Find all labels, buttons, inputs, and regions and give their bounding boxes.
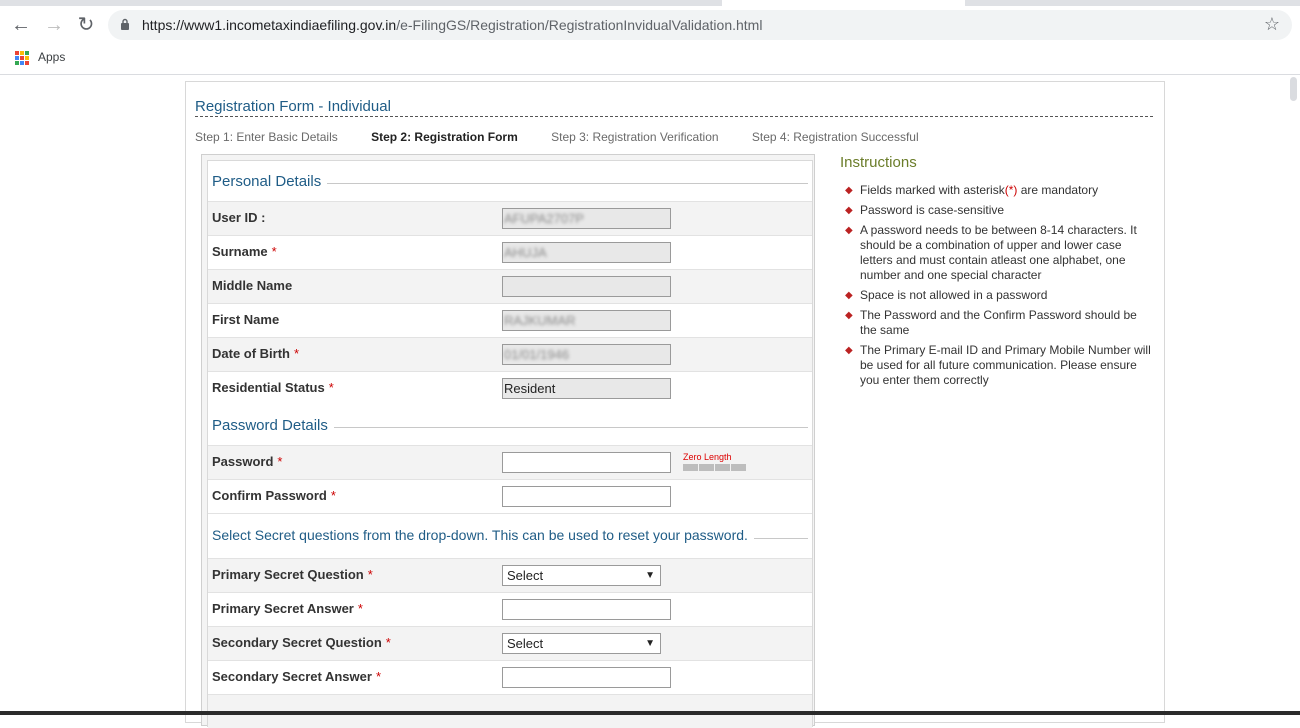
registration-container: Registration Form - Individual Step 1: E… [185,81,1165,728]
primary-question-row: Primary Secret Question * Select ▼ [208,558,812,592]
confirm-password-label: Confirm Password [212,488,327,503]
instructions-panel: Instructions ◆ Fields marked with asteris… [840,154,1155,393]
secondary-question-row: Secondary Secret Question * Select ▼ [208,626,812,660]
page-title: Registration Form - Individual [195,98,391,115]
instructions-list: ◆ Fields marked with asterisk(*) are mand… [840,183,1155,388]
middle-name-row: Middle Name [208,269,812,303]
diamond-bullet-icon: ◆ [845,310,853,321]
apps-grid-icon[interactable] [15,51,29,65]
url-path: /e-FilingGS/Registration/RegistrationInv… [396,17,763,33]
first-name-label: First Name [212,312,280,327]
diamond-bullet-icon: ◆ [845,225,853,236]
step-2: Step 2: Registration Form [371,130,518,144]
step-indicator: Step 1: Enter Basic Details Step 2: Regi… [195,130,949,144]
step-3: Step 3: Registration Verification [551,130,719,144]
primary-answer-label: Primary Secret Answer [212,601,354,616]
list-item: ◆ The Password and the Confirm Password s… [845,308,1137,337]
step-4: Step 4: Registration Successful [751,130,919,144]
lock-icon [121,18,129,30]
secondary-answer-label: Secondary Secret Answer [212,669,372,684]
middle-name-field [502,276,671,297]
title-divider [195,116,1153,117]
surname-field: AHUJA [502,242,671,263]
page-scrollbar[interactable] [1287,75,1300,711]
personal-details-heading: Personal Details [212,173,328,190]
url-text: https://www1.incometaxindiaefiling.gov.i… [142,17,762,33]
list-item: ◆ Space is not allowed in a password [845,288,1048,302]
secondary-question-label: Secondary Secret Question [212,635,382,650]
password-details-section: Password Details [208,405,812,445]
personal-details-section: Personal Details [208,161,812,201]
password-strength-meter: Zero Length [683,452,746,471]
apps-bookmark[interactable]: Apps [38,50,65,64]
step-1: Step 1: Enter Basic Details [195,130,338,144]
dob-field: 01/01/1946 [502,344,671,365]
instructions-title: Instructions [840,154,917,171]
primary-answer-input[interactable] [502,599,671,620]
dropdown-arrow-icon: ▼ [645,570,655,581]
confirm-password-input[interactable] [502,486,671,507]
dob-label: Date of Birth [212,346,290,361]
forward-arrow-icon[interactable]: → [43,14,65,36]
user-id-row: User ID : AFUPA2707P [208,201,812,235]
list-item: ◆ Password is case-sensitive [845,203,1005,217]
primary-question-select[interactable]: Select ▼ [502,565,661,586]
reload-icon[interactable]: ↻ [75,14,97,36]
diamond-bullet-icon: ◆ [845,185,853,196]
surname-row: Surname * AHUJA [208,235,812,269]
bookmarks-bar: Apps [0,44,1300,75]
password-input[interactable] [502,452,671,473]
bookmark-star-icon[interactable]: ☆ [1264,14,1280,35]
dropdown-arrow-icon: ▼ [645,638,655,649]
secondary-question-select[interactable]: Select ▼ [502,633,661,654]
scrollbar-thumb[interactable] [1290,77,1297,101]
residential-status-field: Resident [502,378,671,399]
residential-status-label: Residential Status [212,380,325,395]
secondary-answer-row: Secondary Secret Answer * [208,660,812,694]
password-details-heading: Password Details [212,417,334,434]
list-item: ◆ A password needs to be between 8-14 cha… [845,223,1137,282]
dob-row: Date of Birth * 01/01/1946 [208,337,812,371]
back-arrow-icon[interactable]: ← [10,14,32,36]
residential-status-row: Residential Status * Resident [208,371,812,405]
registration-form: Personal Details User ID : AFUPA2707P Su… [201,154,815,728]
first-name-row: First Name RAJKUMAR [208,303,812,337]
diamond-bullet-icon: ◆ [845,290,853,301]
secondary-answer-input[interactable] [502,667,671,688]
primary-answer-row: Primary Secret Answer * [208,592,812,626]
user-id-label: User ID : [212,210,266,225]
middle-name-label: Middle Name [212,278,293,293]
password-row: Password * Zero Length [208,445,812,479]
list-item: ◆ The Primary E-mail ID and Primary Mobil… [845,343,1151,387]
list-item: ◆ Fields marked with asterisk(*) are mand… [845,183,1099,197]
url-host: https://www1.incometaxindiaefiling.gov.i… [142,17,397,33]
browser-toolbar: ← → ↻ https://www1.incometaxindiaefiling… [0,6,1300,44]
primary-question-label: Primary Secret Question [212,567,364,582]
form-inner: Personal Details User ID : AFUPA2707P Su… [207,160,813,728]
secret-questions-heading: Select Secret questions from the drop-do… [212,527,754,543]
password-label: Password [212,454,274,469]
user-id-field: AFUPA2707P [502,208,671,229]
bottom-edge [0,711,1300,715]
address-bar[interactable]: https://www1.incometaxindiaefiling.gov.i… [108,10,1292,40]
password-strength-text: Zero Length [683,452,732,462]
diamond-bullet-icon: ◆ [845,205,853,216]
first-name-field: RAJKUMAR [502,310,671,331]
surname-label: Surname [212,244,268,259]
confirm-password-row: Confirm Password * [208,479,812,513]
diamond-bullet-icon: ◆ [845,345,853,356]
secret-questions-section: Select Secret questions from the drop-do… [208,513,812,559]
